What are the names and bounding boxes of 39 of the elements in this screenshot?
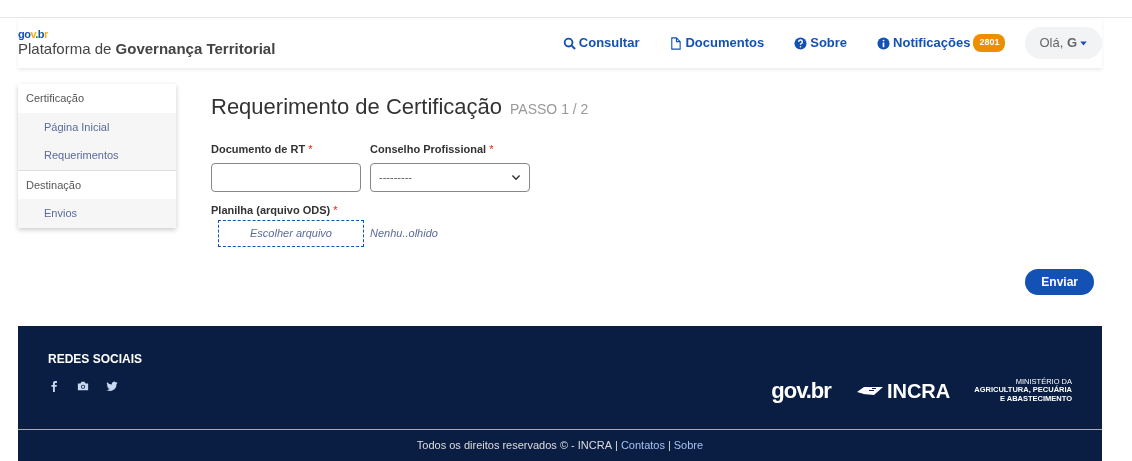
notification-badge: 2801 <box>973 34 1006 52</box>
field-label: Documento de RT * <box>211 142 314 157</box>
sidebar-item[interactable]: Requerimentos <box>18 141 176 170</box>
govbr-logo[interactable]: gov.br <box>18 28 48 40</box>
separator: | <box>615 438 618 454</box>
page-title: Requerimento de Certificação <box>211 93 503 121</box>
copyright-text: Todos os direitos reservados © - INCRA <box>416 438 613 454</box>
nav-link[interactable]: Sobre <box>794 33 848 53</box>
sidebar-section-title: Destinação <box>18 170 176 199</box>
select-field[interactable]: --------- <box>370 162 530 192</box>
info-icon <box>877 36 891 50</box>
site-title[interactable]: Plataforma de Governança Territorial <box>18 39 276 58</box>
sidebar-item[interactable]: Envios <box>18 199 176 228</box>
bird-icon[interactable] <box>106 380 118 392</box>
field-label: Planilha (arquivo ODS) * <box>211 202 339 218</box>
help-icon <box>794 36 808 50</box>
field-label: Conselho Profissional * <box>370 142 495 157</box>
file-choose-button[interactable]: Escolher arquivo <box>218 220 364 247</box>
user-menu[interactable]: Olá, G <box>1025 27 1102 59</box>
file-status: Nenhu..olhido <box>370 226 438 242</box>
footer-link[interactable]: Contatos <box>620 437 665 454</box>
nav-link[interactable]: Consultar <box>562 33 640 53</box>
social-title: REDES SOCIAIS <box>48 351 143 368</box>
incra-logo-text: INCRA <box>886 378 951 404</box>
search-icon <box>562 36 576 50</box>
sidebar-item[interactable]: Página Inicial <box>18 112 176 141</box>
nav-link[interactable]: Notificações 2801 <box>877 33 1006 53</box>
nav-link[interactable]: Documentos <box>669 33 765 53</box>
camera-icon[interactable] <box>77 380 89 392</box>
document-icon <box>669 36 683 50</box>
step-indicator: PASSO 1 / 2 <box>510 100 589 119</box>
facebook-icon[interactable] <box>48 380 60 392</box>
footer-link[interactable]: Sobre <box>673 437 704 454</box>
chevron-icon <box>511 172 521 182</box>
govbr-logo[interactable]: gov.br <box>771 374 831 407</box>
sidebar-section-title: Certificação <box>18 84 176 113</box>
submit-button[interactable]: Enviar <box>1025 269 1094 295</box>
separator: | <box>667 438 671 454</box>
text-input[interactable] <box>211 162 361 192</box>
